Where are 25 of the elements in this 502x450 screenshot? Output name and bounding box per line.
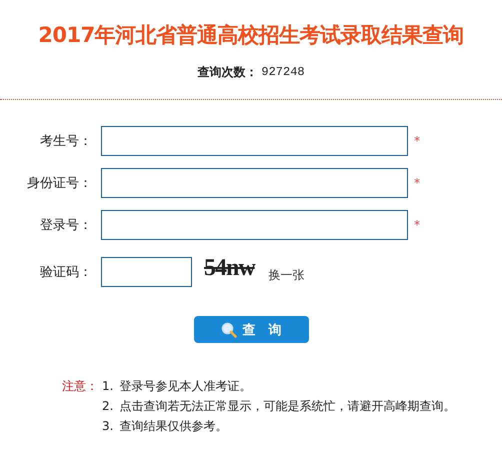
note-number: 2. bbox=[102, 398, 114, 415]
search-button[interactable]: 查 询 bbox=[194, 316, 308, 343]
note-text: 登录号参见本人准考证。 bbox=[119, 378, 252, 395]
search-icon bbox=[220, 322, 236, 338]
note-text: 点击查询若无法正常显示，可能是系统忙，请避开高峰期查询。 bbox=[119, 398, 456, 415]
page-title: 2017年河北省普通高校招生考试录取结果查询 bbox=[37, 22, 465, 49]
refresh-link[interactable]: 换一张 bbox=[268, 267, 305, 284]
required-mark: * bbox=[414, 218, 420, 232]
counter-value: 927248 bbox=[261, 64, 305, 80]
required-mark: * bbox=[414, 176, 420, 190]
notes-heading: 注意： bbox=[62, 378, 99, 395]
field-label: 考生号： bbox=[39, 133, 92, 150]
required-mark: * bbox=[414, 134, 420, 148]
input-field[interactable] bbox=[101, 168, 408, 198]
note-number: 3. bbox=[102, 418, 114, 435]
field-label: 身份证号： bbox=[26, 175, 92, 192]
captcha-field[interactable] bbox=[101, 257, 192, 287]
field-label: 登录号： bbox=[39, 217, 92, 234]
captcha-code: 54nw bbox=[204, 256, 255, 280]
note-number: 1. bbox=[102, 378, 114, 395]
input-field[interactable] bbox=[101, 126, 408, 156]
field-label: 验证码： bbox=[39, 264, 92, 281]
note-text: 查询结果仅供参考。 bbox=[119, 418, 228, 435]
input-field[interactable] bbox=[101, 210, 408, 240]
counter-label: 查询次数： bbox=[197, 64, 258, 80]
